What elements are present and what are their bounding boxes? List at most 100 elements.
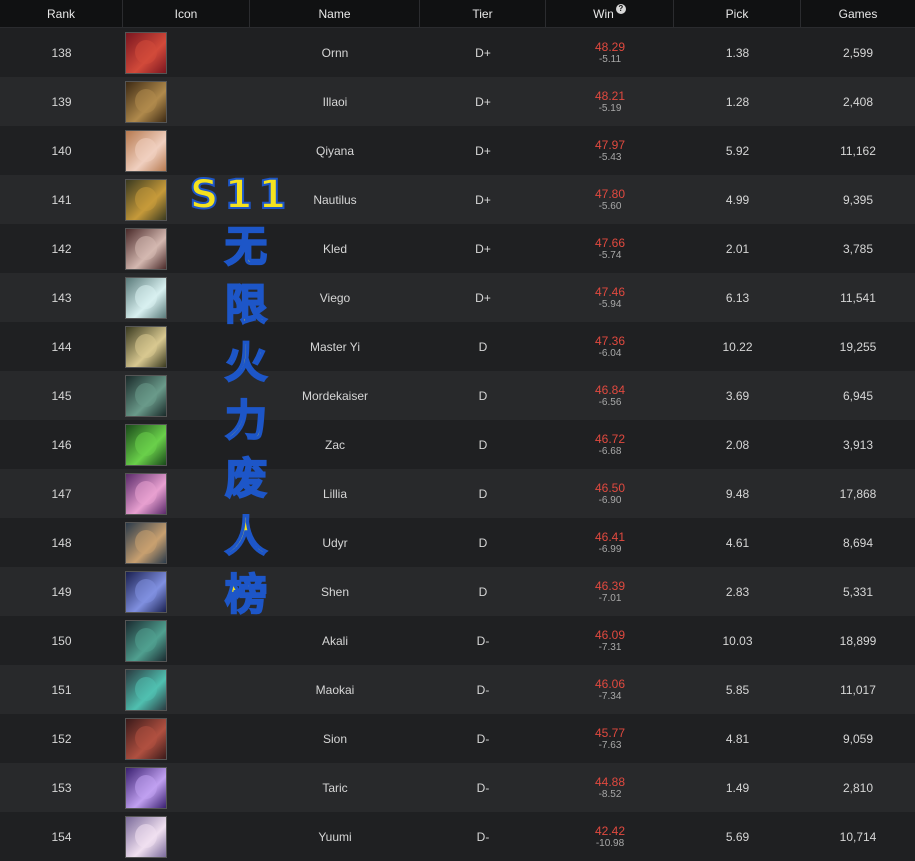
champion-name[interactable]: Kled bbox=[250, 224, 420, 273]
taric-portrait[interactable] bbox=[125, 766, 167, 809]
pick-rate: 1.28 bbox=[725, 94, 750, 109]
mordekaiser-portrait[interactable] bbox=[125, 374, 167, 417]
rank-cell: 139 bbox=[51, 94, 72, 109]
header-games[interactable]: Games bbox=[801, 0, 915, 27]
champion-name[interactable]: Mordekaiser bbox=[250, 371, 420, 420]
champion-name[interactable]: Qiyana bbox=[250, 126, 420, 175]
champion-name[interactable]: Sion bbox=[250, 714, 420, 763]
akali-portrait[interactable] bbox=[125, 619, 167, 662]
table-row[interactable]: 145 Mordekaiser D 46.84 -6.56 3.69 6,945 bbox=[0, 371, 915, 420]
champion-name[interactable]: Akali bbox=[250, 616, 420, 665]
table-row[interactable]: 140 Qiyana D+ 47.97 -5.43 5.92 11,162 bbox=[0, 126, 915, 175]
kled-portrait[interactable] bbox=[125, 227, 167, 270]
table-row[interactable]: 139 Illaoi D+ 48.21 -5.19 1.28 2,408 bbox=[0, 77, 915, 126]
tier-cell: D- bbox=[476, 780, 490, 795]
pick-rate: 1.49 bbox=[725, 780, 750, 795]
champion-name[interactable]: Maokai bbox=[250, 665, 420, 714]
table-row[interactable]: 142 Kled D+ 47.66 -5.74 2.01 3,785 bbox=[0, 224, 915, 273]
win-rate-diff: -6.99 bbox=[598, 543, 622, 555]
header-name[interactable]: Name bbox=[250, 0, 420, 27]
pick-rate: 4.81 bbox=[725, 731, 750, 746]
table-row[interactable]: 150 Akali D- 46.09 -7.31 10.03 18,899 bbox=[0, 616, 915, 665]
rank-cell: 146 bbox=[51, 437, 72, 452]
table-row[interactable]: 144 Master Yi D 47.36 -6.04 10.22 19,255 bbox=[0, 322, 915, 371]
pick-rate: 6.13 bbox=[725, 290, 750, 305]
help-icon[interactable]: ? bbox=[615, 3, 626, 14]
champion-name[interactable]: Lillia bbox=[250, 469, 420, 518]
table-row[interactable]: 151 Maokai D- 46.06 -7.34 5.85 11,017 bbox=[0, 665, 915, 714]
header-pick[interactable]: Pick bbox=[674, 0, 801, 27]
win-cell: 46.06 -7.34 bbox=[546, 665, 674, 714]
win-rate: 47.36 bbox=[594, 333, 626, 348]
champion-name[interactable]: Taric bbox=[250, 763, 420, 812]
icon-cell bbox=[123, 665, 250, 714]
master-yi-portrait[interactable] bbox=[125, 325, 167, 368]
champion-name[interactable]: Nautilus bbox=[250, 175, 420, 224]
tier-cell: D+ bbox=[475, 192, 491, 207]
table-row[interactable]: 143 Viego D+ 47.46 -5.94 6.13 11,541 bbox=[0, 273, 915, 322]
champion-name[interactable]: Ornn bbox=[250, 28, 420, 77]
champion-name[interactable]: Udyr bbox=[250, 518, 420, 567]
win-rate: 46.72 bbox=[594, 431, 626, 446]
champion-name[interactable]: Illaoi bbox=[250, 77, 420, 126]
pick-rate: 2.83 bbox=[725, 584, 750, 599]
icon-cell bbox=[123, 371, 250, 420]
icon-cell bbox=[123, 518, 250, 567]
champion-name[interactable]: Master Yi bbox=[250, 322, 420, 371]
win-rate-diff: -8.52 bbox=[598, 788, 622, 800]
games-count: 8,694 bbox=[842, 535, 874, 550]
header-icon: Icon bbox=[123, 0, 250, 27]
header-rank[interactable]: Rank bbox=[0, 0, 123, 27]
maokai-portrait[interactable] bbox=[125, 668, 167, 711]
champion-name[interactable]: Shen bbox=[250, 567, 420, 616]
table-row[interactable]: 148 Udyr D 46.41 -6.99 4.61 8,694 bbox=[0, 518, 915, 567]
win-cell: 47.36 -6.04 bbox=[546, 322, 674, 371]
zac-portrait[interactable] bbox=[125, 423, 167, 466]
table-row[interactable]: 147 Lillia D 46.50 -6.90 9.48 17,868 bbox=[0, 469, 915, 518]
champion-name[interactable]: Viego bbox=[250, 273, 420, 322]
rank-cell: 154 bbox=[51, 829, 72, 844]
win-rate-diff: -7.31 bbox=[598, 641, 622, 653]
win-rate: 47.66 bbox=[594, 235, 626, 250]
nautilus-portrait[interactable] bbox=[125, 178, 167, 221]
rank-cell: 147 bbox=[51, 486, 72, 501]
shen-portrait[interactable] bbox=[125, 570, 167, 613]
ornn-portrait[interactable] bbox=[125, 31, 167, 74]
icon-cell bbox=[123, 714, 250, 763]
win-cell: 48.29 -5.11 bbox=[546, 28, 674, 77]
qiyana-portrait[interactable] bbox=[125, 129, 167, 172]
table-row[interactable]: 138 Ornn D+ 48.29 -5.11 1.38 2,599 bbox=[0, 28, 915, 77]
games-count: 3,913 bbox=[842, 437, 874, 452]
table-row[interactable]: 141 Nautilus D+ 47.80 -5.60 4.99 9,395 bbox=[0, 175, 915, 224]
rank-cell: 141 bbox=[51, 192, 72, 207]
udyr-portrait[interactable] bbox=[125, 521, 167, 564]
pick-rate: 5.92 bbox=[725, 143, 750, 158]
champion-name[interactable]: Yuumi bbox=[250, 812, 420, 861]
table-row[interactable]: 152 Sion D- 45.77 -7.63 4.81 9,059 bbox=[0, 714, 915, 763]
header-win[interactable]: Win? bbox=[546, 0, 674, 27]
champion-stats-table: Rank Icon Name Tier Win? Pick Games 138 O… bbox=[0, 0, 915, 861]
rank-cell: 144 bbox=[51, 339, 72, 354]
win-rate-diff: -6.04 bbox=[598, 347, 622, 359]
table-row[interactable]: 153 Taric D- 44.88 -8.52 1.49 2,810 bbox=[0, 763, 915, 812]
sion-portrait[interactable] bbox=[125, 717, 167, 760]
table-row[interactable]: 149 Shen D 46.39 -7.01 2.83 5,331 bbox=[0, 567, 915, 616]
table-row[interactable]: 146 Zac D 46.72 -6.68 2.08 3,913 bbox=[0, 420, 915, 469]
win-rate: 46.50 bbox=[594, 480, 626, 495]
rank-cell: 148 bbox=[51, 535, 72, 550]
yuumi-portrait[interactable] bbox=[125, 815, 167, 858]
icon-cell bbox=[123, 763, 250, 812]
win-rate-diff: -7.01 bbox=[598, 592, 622, 604]
header-tier[interactable]: Tier bbox=[420, 0, 546, 27]
win-rate-diff: -7.63 bbox=[598, 739, 622, 751]
games-count: 2,810 bbox=[842, 780, 874, 795]
illaoi-portrait[interactable] bbox=[125, 80, 167, 123]
tier-cell: D+ bbox=[475, 143, 491, 158]
lillia-portrait[interactable] bbox=[125, 472, 167, 515]
champion-name[interactable]: Zac bbox=[250, 420, 420, 469]
icon-cell bbox=[123, 175, 250, 224]
table-row[interactable]: 154 Yuumi D- 42.42 -10.98 5.69 10,714 bbox=[0, 812, 915, 861]
viego-portrait[interactable] bbox=[125, 276, 167, 319]
icon-cell bbox=[123, 126, 250, 175]
icon-cell bbox=[123, 77, 250, 126]
